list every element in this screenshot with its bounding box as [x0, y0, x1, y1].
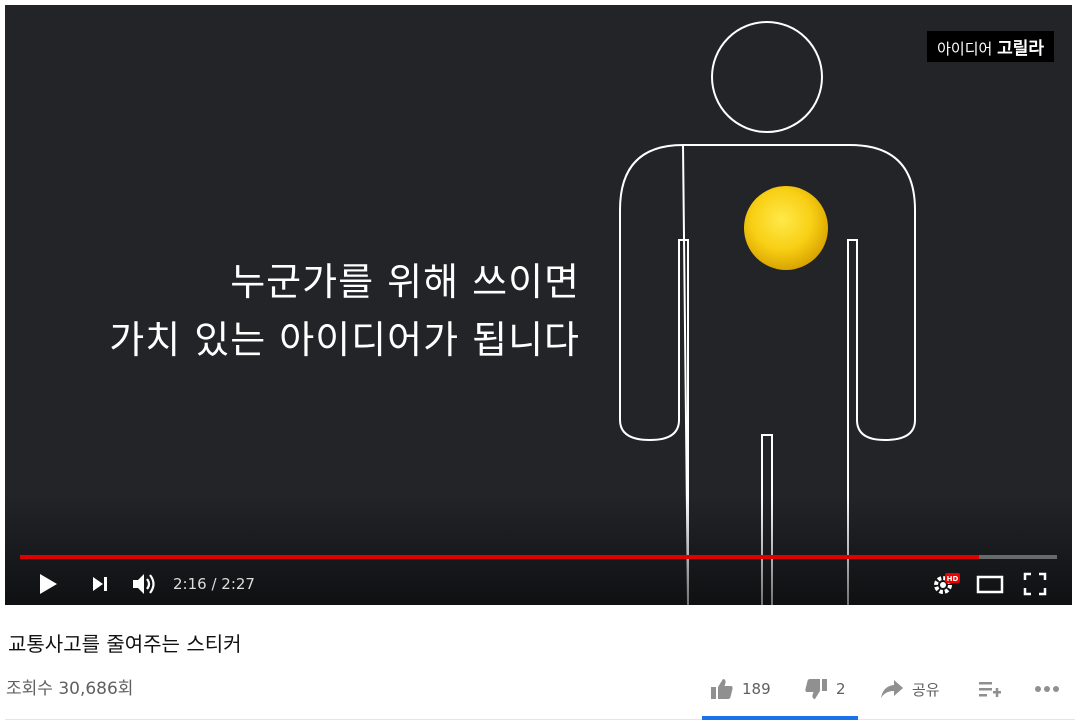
settings-button[interactable]: HD: [931, 569, 961, 599]
more-horizontal-icon: [1035, 686, 1059, 692]
gear-icon: HD: [934, 573, 960, 594]
video-title: 교통사고를 줄여주는 스티커: [8, 632, 242, 656]
share-icon: [881, 680, 903, 698]
play-button[interactable]: [33, 569, 63, 599]
like-ratio-bar: [702, 716, 858, 720]
skip-next-icon: [93, 577, 107, 591]
thumbs-up-icon: [711, 679, 733, 699]
theater-mode-button[interactable]: [975, 569, 1005, 599]
volume-icon: [133, 574, 155, 594]
thumbs-down-icon: [805, 679, 827, 699]
caption-line-2: 가치 있는 아이디어가 됩니다: [109, 318, 580, 362]
watermark-brand: 고릴라: [997, 39, 1044, 59]
watermark-prefix: 아이디어: [937, 40, 993, 58]
save-to-playlist-button[interactable]: [978, 674, 1010, 704]
divider: [5, 719, 1075, 720]
progress-played: [20, 555, 980, 559]
mute-button[interactable]: [129, 569, 159, 599]
dislike-count: 2: [836, 680, 846, 698]
fullscreen-icon: [1023, 572, 1047, 596]
player-controls: 2:16 / 2:27 HD: [5, 565, 1072, 601]
caption-line-1: 누군가를 위해 쓰이면: [230, 260, 580, 304]
share-label: 공유: [912, 680, 940, 699]
video-caption: 누군가를 위해 쓰이면 가치 있는 아이디어가 됩니다: [109, 253, 580, 369]
hd-badge: HD: [947, 575, 959, 583]
next-button[interactable]: [85, 569, 115, 599]
dislike-button[interactable]: 2: [804, 674, 846, 704]
channel-watermark[interactable]: 아이디어 고릴라: [927, 31, 1054, 62]
like-button[interactable]: 189: [710, 674, 771, 704]
fullscreen-button[interactable]: [1020, 569, 1050, 599]
like-count: 189: [742, 680, 771, 698]
progress-bar[interactable]: [20, 555, 1057, 559]
time-display: 2:16 / 2:27: [173, 575, 255, 593]
video-player[interactable]: 누군가를 위해 쓰이면 가치 있는 아이디어가 됩니다 아이디어 고릴라 2:1…: [5, 5, 1072, 605]
more-actions-button[interactable]: [1034, 674, 1068, 704]
play-icon: [40, 574, 57, 594]
playlist-add-icon: [979, 682, 1001, 697]
theater-mode-icon: [976, 575, 1004, 594]
share-button[interactable]: 공유: [880, 674, 940, 704]
gold-sticker-circle: [744, 186, 828, 270]
view-count: 조회수 30,686회: [6, 679, 134, 699]
